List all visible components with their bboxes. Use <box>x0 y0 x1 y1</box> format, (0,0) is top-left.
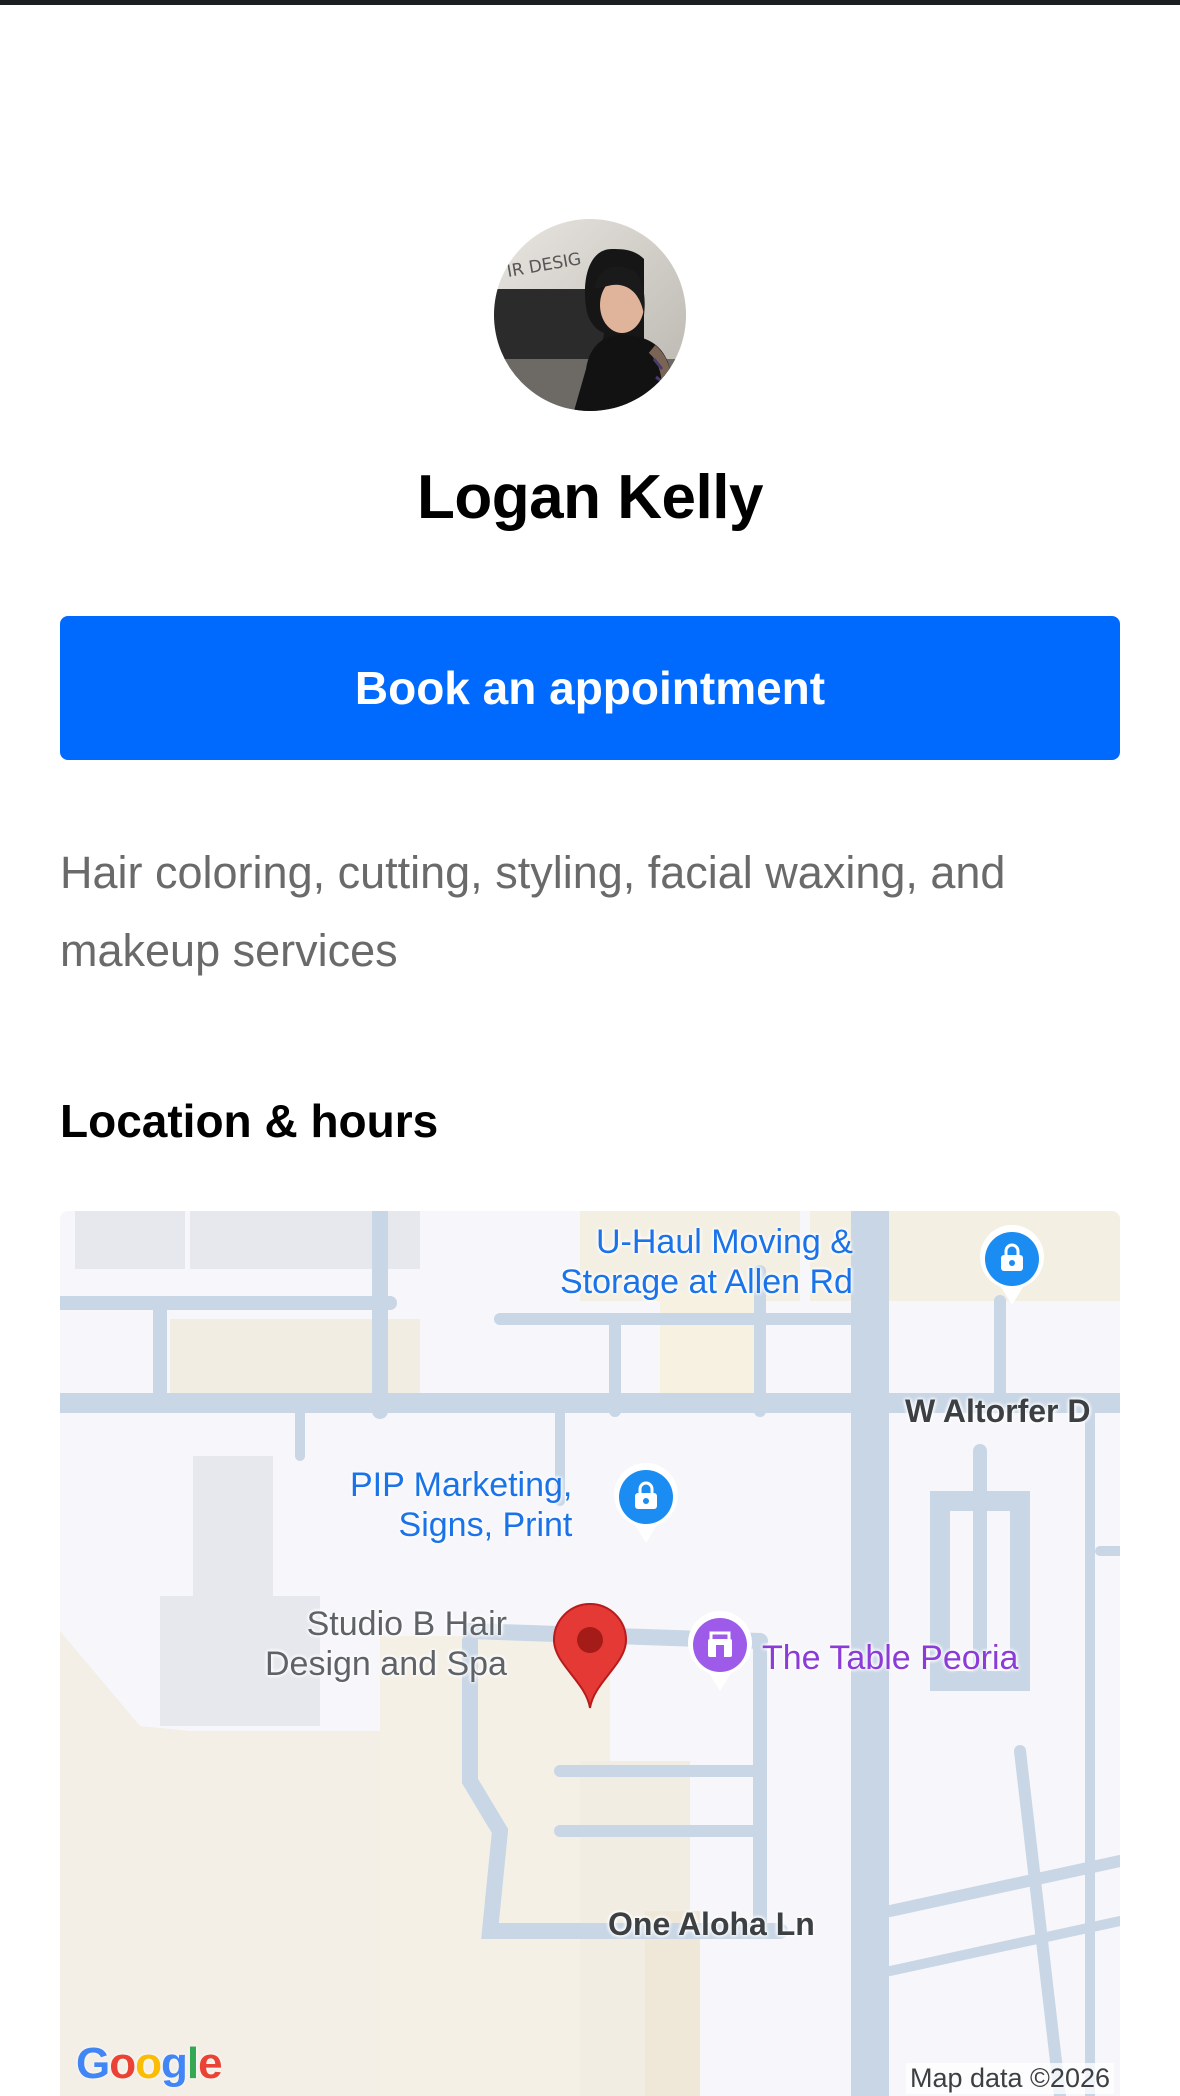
street-label-altorfer: W Altorfer D <box>905 1393 1091 1429</box>
place-label-uhaul[interactable]: U-Haul Moving & Storage at Allen Rd <box>560 1222 853 1302</box>
place-label-studio-b[interactable]: Studio B Hair Design and Spa <box>265 1604 507 1684</box>
street-label-aloha: One Aloha Ln <box>608 1906 815 1942</box>
shopping-bag-pin-icon[interactable] <box>611 1463 681 1545</box>
top-bar <box>0 0 1180 5</box>
avatar: IR DESIG <box>494 219 686 411</box>
place-label-pip-text: PIP Marketing, Signs, Print <box>350 1466 573 1544</box>
shopping-bag-pin-icon[interactable] <box>977 1225 1047 1307</box>
google-logo: Google <box>76 2039 223 2088</box>
place-label-pip[interactable]: PIP Marketing, Signs, Print <box>350 1465 572 1545</box>
place-label-table-peoria[interactable]: The Table Peoria <box>762 1638 1018 1678</box>
location-map[interactable]: U-Haul Moving & Storage at Allen Rd W Al… <box>60 1211 1120 2096</box>
profile-page: IR DESIG Logan Kelly Book an appointment… <box>0 0 1180 2096</box>
location-hours-heading: Location & hours <box>60 1095 439 1147</box>
purple-shop-pin-icon[interactable] <box>685 1611 755 1693</box>
map-attribution[interactable]: Map data ©2026 <box>905 2063 1114 2094</box>
red-location-pin-icon[interactable] <box>550 1602 630 1712</box>
services-description: Hair coloring, cutting, styling, facial … <box>60 847 1006 976</box>
profile-name: Logan Kelly <box>417 463 763 532</box>
place-label-uhaul-text: U-Haul Moving & Storage at Allen Rd <box>560 1223 853 1301</box>
place-label-studio-b-text: Studio B Hair Design and Spa <box>265 1605 507 1683</box>
book-appointment-button[interactable]: Book an appointment <box>60 616 1120 760</box>
